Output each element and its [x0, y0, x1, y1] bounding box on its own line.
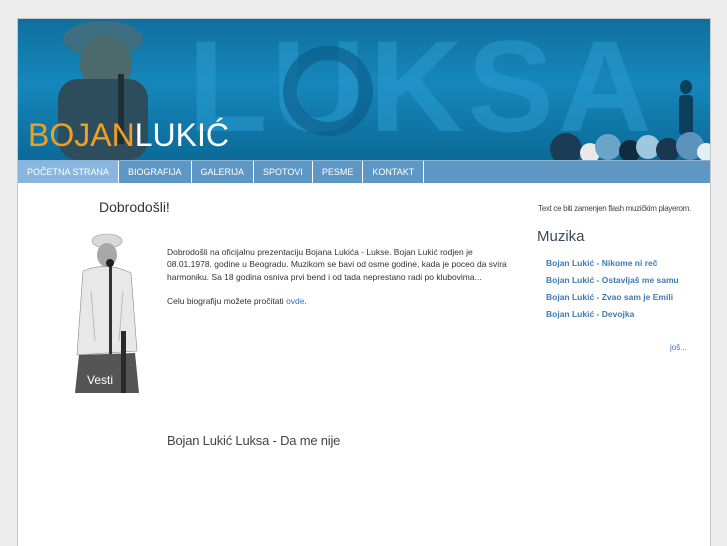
song-list: Bojan Lukić - Nikome ni reč Bojan Lukić … [546, 257, 696, 325]
site-logo[interactable]: BOJANLUKIĆ [28, 115, 229, 155]
page-container: LUKSA BOJANLUKIĆ POČETNA STRANA BIOGRAFI… [17, 18, 711, 546]
intro-block: Dobrodošli na oficijalnu prezentaciju Bo… [167, 246, 515, 319]
song-link[interactable]: Bojan Lukić - Devojka [546, 308, 696, 320]
nav-item-biografija[interactable]: BIOGRAFIJA [119, 161, 192, 183]
photo-caption: Vesti [87, 373, 113, 387]
nav-item-pesme[interactable]: PESME [313, 161, 364, 183]
nav-item-pocetna-strana[interactable]: POČETNA STRANA [18, 161, 120, 183]
bio-suffix: . [304, 295, 307, 306]
nav-item-spotovi[interactable]: SPOTOVI [254, 161, 313, 183]
bio-prefix: Celu biografiju možete pročitati [167, 295, 287, 306]
welcome-heading: Dobrodošli! [99, 199, 170, 215]
song-link[interactable]: Bojan Lukić - Nikome ni reč [546, 257, 696, 269]
brand-last-name: LUKIĆ [134, 117, 229, 153]
nav-item-galerija[interactable]: GALERIJA [192, 161, 255, 183]
player-placeholder-note: Text ce biti zamenjen flash muzičkim pla… [538, 204, 691, 213]
video-title: Bojan Lukić Luksa - Da me nije [167, 433, 341, 448]
bio-line: Celu biografiju možete pročitati ovde. [167, 295, 515, 307]
more-songs-link[interactable]: još... [670, 343, 687, 352]
figure-silhouette [679, 80, 693, 135]
site-header: LUKSA BOJANLUKIĆ [18, 19, 710, 160]
intro-text: Dobrodošli na oficijalnu prezentaciju Bo… [167, 247, 507, 282]
song-link[interactable]: Bojan Lukić - Ostavljaš me samu [546, 274, 696, 286]
bio-link[interactable]: ovde [286, 296, 304, 306]
news-photo[interactable]: Vesti [65, 231, 143, 393]
brand-first-name: BOJAN [28, 117, 135, 153]
nav-item-kontakt[interactable]: KONTAKT [363, 161, 425, 183]
header-watermark: LUKSA [188, 19, 656, 159]
main-navigation: POČETNA STRANA BIOGRAFIJA GALERIJA SPOTO… [18, 160, 710, 183]
song-link[interactable]: Bojan Lukić - Zvao sam je Emili [546, 291, 696, 303]
music-heading: Muzika [537, 228, 585, 245]
